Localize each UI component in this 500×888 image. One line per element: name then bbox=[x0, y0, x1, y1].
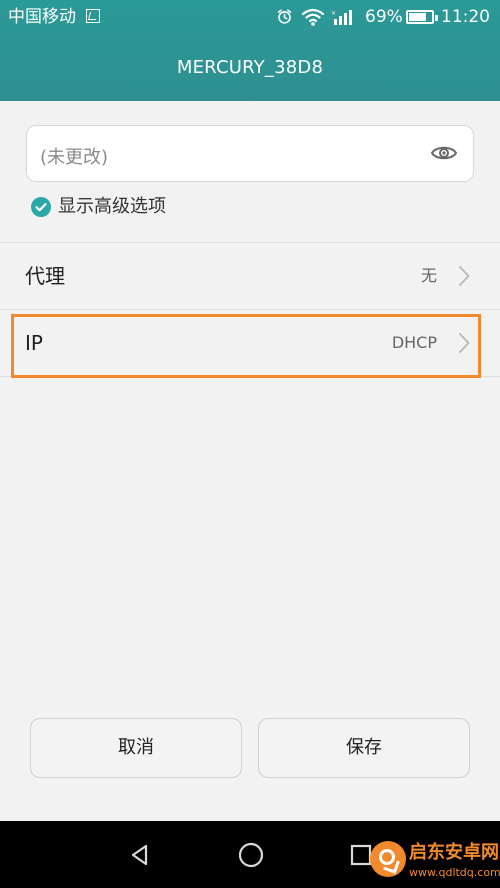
chevron-right-icon bbox=[459, 333, 470, 353]
battery-level-fill bbox=[409, 13, 426, 21]
proxy-row[interactable]: 代理 无 bbox=[0, 243, 500, 309]
ip-label: IP bbox=[25, 331, 43, 355]
sim-card-icon bbox=[86, 9, 100, 23]
watermark-url: www.qdltdq.com bbox=[409, 866, 500, 879]
save-button[interactable]: 保存 bbox=[258, 718, 470, 778]
alarm-icon bbox=[277, 9, 292, 24]
svg-text:×: × bbox=[331, 10, 336, 17]
status-bar: 中国移动 × 69% 11:20 bbox=[0, 0, 500, 34]
divider bbox=[0, 376, 500, 377]
password-placeholder: (未更改) bbox=[40, 147, 109, 168]
proxy-label: 代理 bbox=[25, 264, 65, 288]
battery-percent: 69% bbox=[365, 7, 403, 27]
cancel-button[interactable]: 取消 bbox=[30, 718, 242, 778]
battery-icon bbox=[406, 10, 438, 24]
signal-icon: × bbox=[331, 10, 352, 25]
page-title: MERCURY_38D8 bbox=[176, 57, 324, 78]
clock-time: 11:20 bbox=[441, 7, 490, 27]
password-field[interactable]: (未更改) bbox=[26, 125, 474, 182]
top-bar: 中国移动 × 69% 11:20 MERCURY_38D8 bbox=[0, 0, 500, 101]
check-icon bbox=[35, 203, 47, 212]
eye-icon[interactable] bbox=[431, 143, 457, 163]
carrier-name: 中国移动 bbox=[8, 7, 76, 27]
watermark-logo-icon bbox=[370, 841, 406, 877]
ip-row[interactable]: IP DHCP bbox=[0, 310, 500, 376]
chevron-right-icon bbox=[459, 266, 470, 286]
advanced-options-checkbox[interactable] bbox=[31, 197, 51, 217]
back-icon[interactable] bbox=[128, 843, 152, 867]
proxy-value: 无 bbox=[420, 266, 437, 285]
advanced-options-label[interactable]: 显示高级选项 bbox=[58, 194, 166, 220]
watermark: 启东安卓网 www.qdltdq.com bbox=[360, 836, 500, 888]
ip-value: DHCP bbox=[391, 333, 437, 352]
home-icon[interactable] bbox=[237, 841, 265, 869]
watermark-title: 启东安卓网 bbox=[409, 842, 499, 863]
wifi-icon bbox=[301, 8, 325, 26]
